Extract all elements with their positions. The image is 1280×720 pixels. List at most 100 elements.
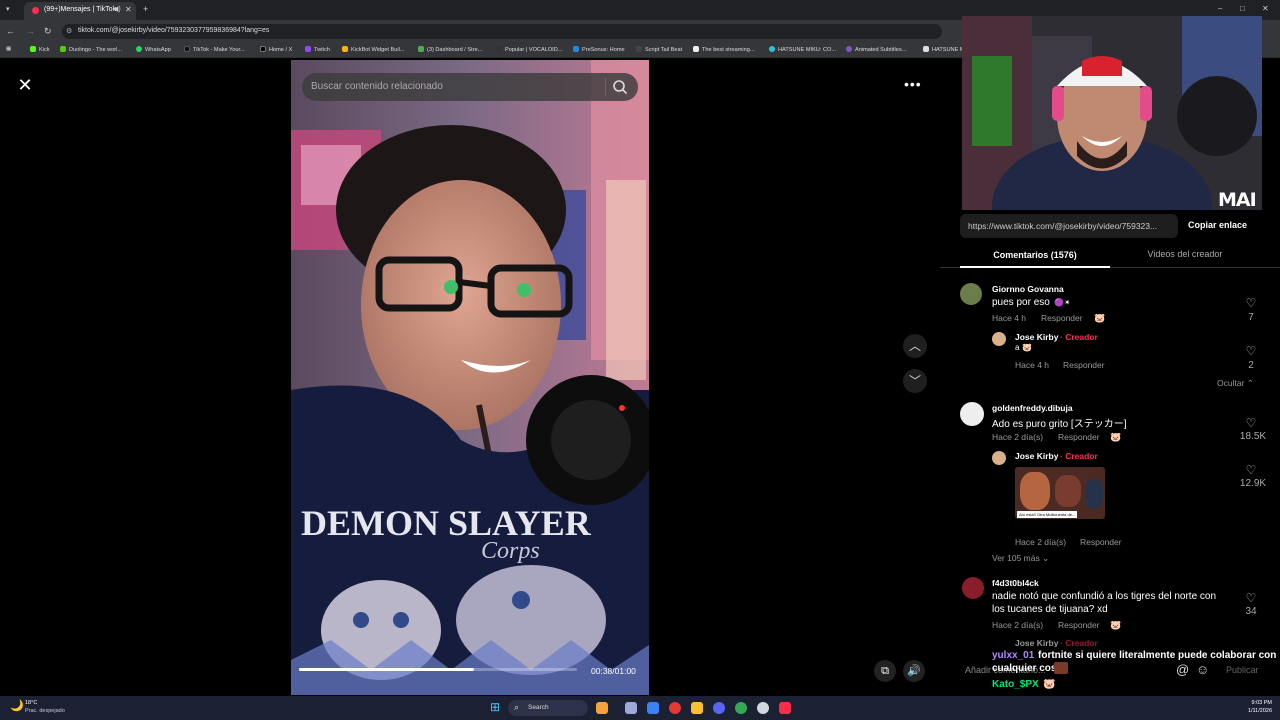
- picture-in-picture-icon: ⧉: [881, 665, 889, 677]
- chrome-icon[interactable]: [735, 702, 747, 714]
- bookmark-tiktok[interactable]: TikTok - Make Your...: [184, 46, 245, 53]
- comment-author[interactable]: Giornno Govanna: [992, 284, 1064, 294]
- bookmark-hatsune[interactable]: HATSUNE MIKU: CO...: [769, 46, 836, 53]
- avatar[interactable]: [992, 451, 1006, 465]
- taskbar-app-icon[interactable]: [669, 702, 681, 714]
- chevron-up-icon: ⌃: [1246, 378, 1254, 388]
- video-frame: DEMON SLAYER Corps: [291, 60, 649, 695]
- like-icon[interactable]: ♡: [1236, 416, 1266, 430]
- copy-link-button[interactable]: Copiar enlace: [1188, 220, 1247, 230]
- reload-icon[interactable]: ↻: [44, 26, 52, 36]
- start-icon[interactable]: ⊞: [490, 700, 500, 714]
- window-maximize-icon[interactable]: □: [1240, 4, 1245, 14]
- video-link-text: https://www.tiktok.com/@josekirby/video/…: [968, 221, 1158, 231]
- discord-icon[interactable]: [713, 702, 725, 714]
- reply-time: Hace 2 día(s): [1015, 537, 1067, 547]
- weather-icon[interactable]: 🌙: [10, 699, 24, 712]
- file-explorer-icon[interactable]: [691, 702, 703, 714]
- task-view-icon[interactable]: [625, 702, 637, 714]
- bookmark-hatsune-2[interactable]: HATSUNE M: [923, 46, 965, 53]
- avatar[interactable]: [960, 402, 984, 426]
- bookmark-duolingo[interactable]: Duolingo - The worl...: [60, 46, 122, 53]
- url-field[interactable]: tiktok.com/@josekirby/video/759323037795…: [62, 24, 942, 39]
- creator-badge: · Creador: [1060, 451, 1098, 461]
- bookmark-kickbot[interactable]: KickBot Widget Buil...: [342, 46, 404, 53]
- avatar[interactable]: [960, 283, 982, 305]
- video-player[interactable]: DEMON SLAYER Corps: [291, 60, 649, 695]
- bookmark-vocaloid[interactable]: Popular | VOCALOID...: [496, 46, 562, 53]
- reply-author[interactable]: Jose Kirby: [1015, 332, 1058, 342]
- chevron-down-icon: ⌄: [1042, 553, 1050, 563]
- avatar[interactable]: [962, 577, 984, 599]
- apps-icon[interactable]: ▦: [6, 46, 11, 52]
- reply-button[interactable]: Responder: [1058, 620, 1100, 630]
- like-count: 12.9K: [1239, 478, 1267, 489]
- close-icon[interactable]: ✕: [14, 74, 36, 96]
- chat-emote-icon: 🐷: [1043, 679, 1056, 690]
- bookmark-presonus[interactable]: PreSonus: Home: [573, 46, 625, 53]
- reply-button[interactable]: Responder: [1058, 432, 1100, 442]
- emoji-picker-icon[interactable]: ☺: [1196, 662, 1209, 677]
- reply-author[interactable]: Jose Kirby: [1015, 451, 1058, 461]
- tab-mute-icon[interactable]: ◀): [113, 5, 121, 15]
- reply-button[interactable]: Responder: [1063, 360, 1105, 370]
- bookmark-streaming[interactable]: The best streaming...: [693, 46, 755, 53]
- mention-icon[interactable]: @: [1176, 662, 1189, 677]
- video-progress-bar[interactable]: [299, 668, 577, 671]
- new-tab-icon[interactable]: +: [143, 4, 148, 14]
- pip-button[interactable]: ⧉: [874, 660, 896, 682]
- avatar[interactable]: [992, 332, 1006, 346]
- tab-title: (99+)Mensajes | TikTok: [44, 6, 117, 13]
- bookmark-x[interactable]: Home / X: [260, 46, 292, 53]
- comment-time: Hace 2 día(s): [992, 432, 1044, 442]
- webcam-overlay: [962, 16, 1262, 210]
- like-icon[interactable]: ♡: [1236, 344, 1266, 358]
- settings-icon[interactable]: [757, 702, 769, 714]
- tab-list-icon[interactable]: ▾: [6, 5, 10, 15]
- like-count: 2: [1248, 360, 1254, 371]
- tab-comments[interactable]: Comentarios (1576): [960, 244, 1110, 268]
- search-icon: ⌕: [514, 702, 520, 712]
- bookmark-dashboard[interactable]: (3) Dashboard / Stre...: [418, 46, 482, 53]
- like-icon[interactable]: ♡: [1236, 591, 1266, 605]
- tab-creator-videos[interactable]: Videos del creador: [1110, 244, 1260, 268]
- previous-video-button[interactable]: ︿: [903, 334, 927, 358]
- window-close-icon[interactable]: ✕: [1262, 4, 1269, 14]
- comment-author[interactable]: f4d3t0bl4ck: [992, 578, 1039, 588]
- chat-emote-icon: [1054, 662, 1068, 674]
- site-info-icon[interactable]: ⚙: [66, 27, 72, 37]
- bookmark-twitch[interactable]: Twitch: [305, 46, 330, 53]
- taskbar-search-label: Search: [528, 704, 549, 711]
- bookmark-kick[interactable]: Kick: [30, 46, 50, 53]
- comment-author[interactable]: goldenfreddy.dibuja: [992, 403, 1073, 413]
- like-icon[interactable]: ♡: [1236, 463, 1266, 477]
- window-minimize-icon[interactable]: –: [1218, 4, 1222, 14]
- video-link-field[interactable]: https://www.tiktok.com/@josekirby/video/…: [960, 214, 1178, 238]
- publish-button[interactable]: Publicar: [1226, 665, 1259, 675]
- bookmark-whatsapp[interactable]: WhatsApp: [136, 46, 171, 53]
- chat-message: fortnite si quiere literalmente puede co…: [1038, 650, 1277, 661]
- hide-replies-button[interactable]: Ocultar ⌃: [1217, 378, 1254, 389]
- tab-close-icon[interactable]: ✕: [125, 5, 132, 15]
- reply-button[interactable]: Responder: [1041, 313, 1083, 323]
- reply-button[interactable]: Responder: [1080, 537, 1122, 547]
- reply-time: Hace 4 h: [1015, 360, 1050, 370]
- like-icon[interactable]: ♡: [1236, 296, 1266, 310]
- bookmark-script[interactable]: Script Tail Beat: [636, 46, 682, 53]
- sticker-image[interactable]: Ahí está!! Otra Multicuenta de...: [1015, 467, 1105, 519]
- forward-icon: →: [26, 26, 35, 36]
- taskbar-search[interactable]: ⌕ Search: [508, 700, 588, 716]
- taskbar-app-icon[interactable]: [596, 702, 608, 714]
- back-icon[interactable]: ←: [6, 26, 15, 36]
- volume-button[interactable]: 🔊: [903, 660, 925, 682]
- next-video-button[interactable]: ﹀: [903, 369, 927, 393]
- bookmark-subtitles[interactable]: Animated Subtitles...: [846, 46, 906, 53]
- music-app-icon[interactable]: [779, 702, 791, 714]
- search-icon[interactable]: [612, 79, 628, 95]
- clock-time: 9:03 PM: [1251, 700, 1272, 706]
- taskbar-app-icon[interactable]: [647, 702, 659, 714]
- creator-liked-icon: 🐷: [1110, 620, 1122, 630]
- view-more-replies-button[interactable]: Ver 105 más ⌄: [992, 553, 1049, 564]
- more-options-icon[interactable]: •••: [904, 76, 922, 92]
- like-count: 34: [1245, 606, 1257, 617]
